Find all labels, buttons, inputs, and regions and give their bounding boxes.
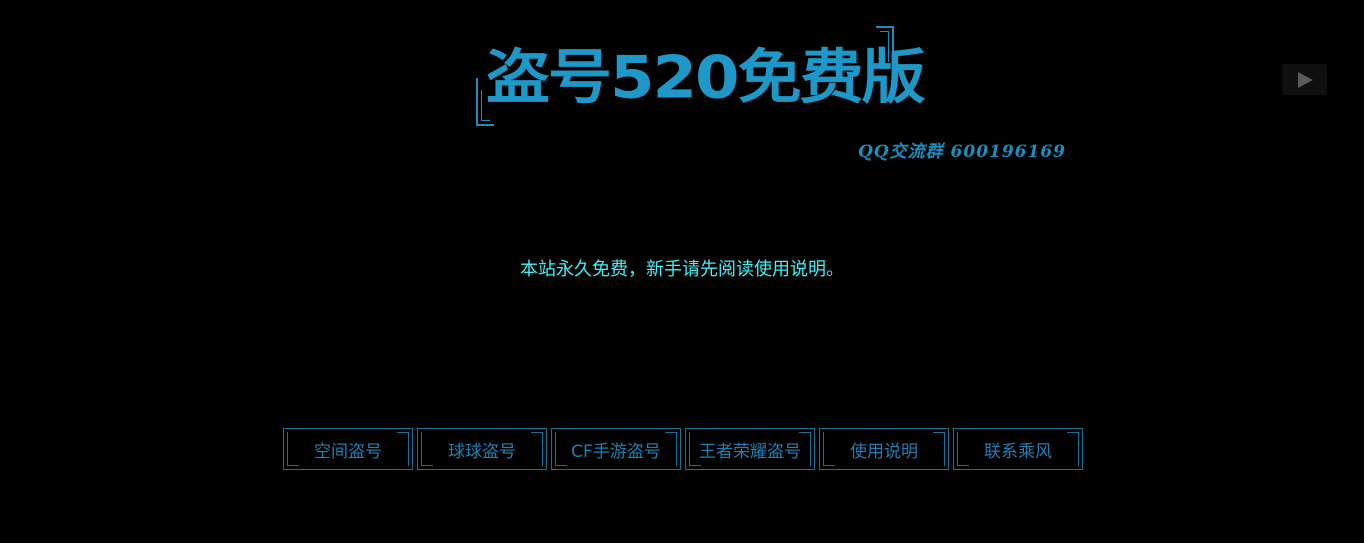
- nav-button-label: 王者荣耀盗号: [699, 441, 801, 462]
- nav-button-label: 空间盗号: [314, 441, 382, 462]
- nav-button-cf-mobile[interactable]: CF手游盗号: [551, 428, 681, 470]
- nav-button-honor-of-kings[interactable]: 王者荣耀盗号: [685, 428, 815, 470]
- nav-button-label: CF手游盗号: [571, 441, 661, 462]
- nav-corner: [957, 432, 969, 466]
- notice-text: 本站永久免费，新手请先阅读使用说明。: [520, 259, 844, 280]
- nav-corner: [823, 432, 835, 466]
- nav-button-label: 使用说明: [850, 441, 918, 462]
- nav-button-contact[interactable]: 联系乘风: [953, 428, 1083, 470]
- qq-group-text: QQ交流群 600196169: [858, 142, 1066, 162]
- page: 盗号520免费版 QQ交流群 600196169 本站永久免费，新手请先阅读使用…: [0, 0, 1364, 543]
- nav-button-instructions[interactable]: 使用说明: [819, 428, 949, 470]
- nav-corner: [421, 432, 433, 466]
- nav-corner: [287, 432, 299, 466]
- main-nav: 空间盗号 球球盗号 CF手游盗号 王者荣耀盗号 使用说明 联系乘风: [283, 428, 1083, 470]
- nav-corner: [555, 432, 567, 466]
- play-button[interactable]: [1282, 64, 1327, 95]
- logo-title: 盗号520免费版: [486, 43, 926, 113]
- nav-button-label: 联系乘风: [984, 441, 1052, 462]
- nav-button-qiuqiu[interactable]: 球球盗号: [417, 428, 547, 470]
- play-icon: [1297, 71, 1313, 88]
- nav-button-label: 球球盗号: [448, 441, 516, 462]
- nav-button-qzone[interactable]: 空间盗号: [283, 428, 413, 470]
- logo: 盗号520免费版: [476, 26, 926, 126]
